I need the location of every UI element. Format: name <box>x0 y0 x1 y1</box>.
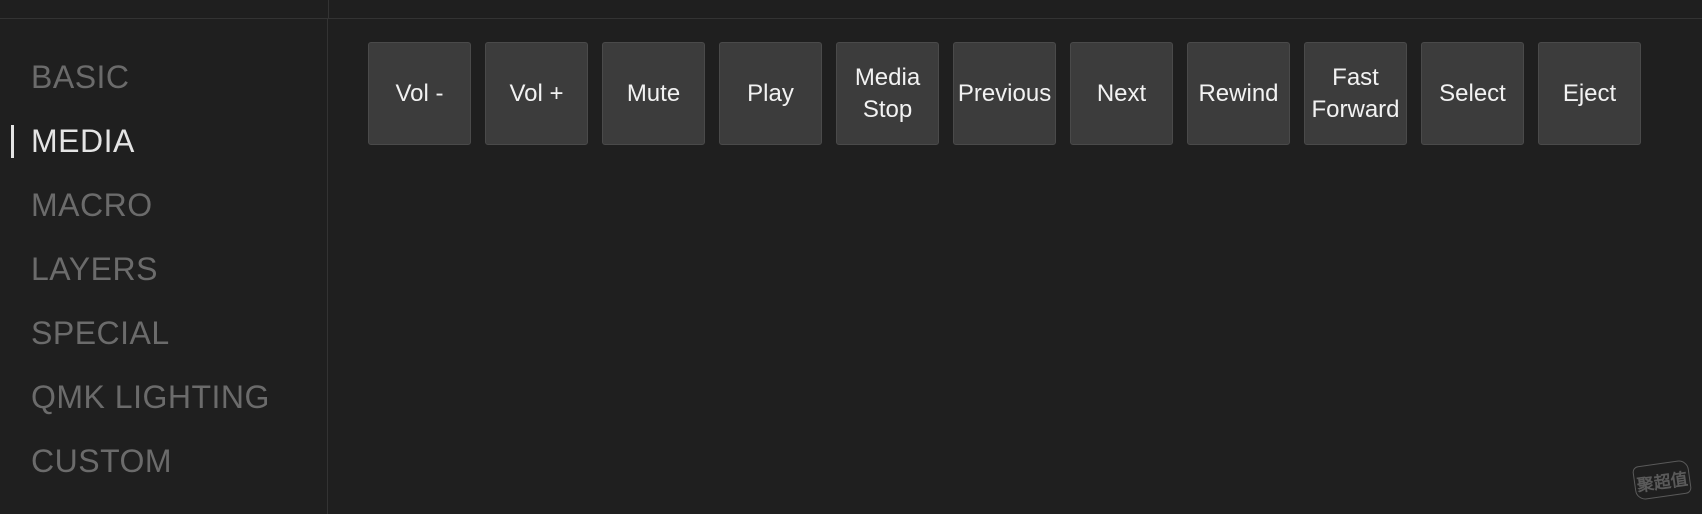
key-previous[interactable]: Previous <box>953 42 1056 145</box>
menu-item-custom[interactable]: CUSTOM <box>0 429 270 493</box>
menu-item-label: LAYERS <box>31 251 158 287</box>
active-indicator <box>11 125 14 158</box>
menu-item-label: CUSTOM <box>31 443 173 479</box>
menu-item-label: BASIC <box>31 59 130 95</box>
menu-item-label: SPECIAL <box>31 315 170 351</box>
menu-item-qmk-lighting[interactable]: QMK LIGHTING <box>0 365 270 429</box>
menu-item-special[interactable]: SPECIAL <box>0 301 270 365</box>
menu-item-media[interactable]: MEDIA <box>0 109 270 173</box>
key-play[interactable]: Play <box>719 42 822 145</box>
category-sidebar: BASIC MEDIA MACRO LAYERS SPECIAL QMK LIG… <box>0 19 328 514</box>
sidebar-divider <box>328 0 329 19</box>
menu-item-macro[interactable]: MACRO <box>0 173 270 237</box>
key-media-stop[interactable]: Media Stop <box>836 42 939 145</box>
key-vol-up[interactable]: Vol + <box>485 42 588 145</box>
key-rewind[interactable]: Rewind <box>1187 42 1290 145</box>
key-eject[interactable]: Eject <box>1538 42 1641 145</box>
key-next[interactable]: Next <box>1070 42 1173 145</box>
menu-item-basic[interactable]: BASIC <box>0 45 270 109</box>
key-vol-down[interactable]: Vol - <box>368 42 471 145</box>
watermark-logo: 聚超值 <box>1631 459 1693 501</box>
category-menu: BASIC MEDIA MACRO LAYERS SPECIAL QMK LIG… <box>0 45 270 493</box>
top-bar <box>0 0 1702 19</box>
menu-item-label: QMK LIGHTING <box>31 379 270 415</box>
key-mute[interactable]: Mute <box>602 42 705 145</box>
media-key-grid: Vol - Vol + Mute Play Media Stop Previou… <box>368 42 1641 145</box>
key-select[interactable]: Select <box>1421 42 1524 145</box>
menu-item-label: MACRO <box>31 187 153 223</box>
menu-item-layers[interactable]: LAYERS <box>0 237 270 301</box>
key-fast-forward[interactable]: Fast Forward <box>1304 42 1407 145</box>
menu-item-label: MEDIA <box>31 123 135 159</box>
